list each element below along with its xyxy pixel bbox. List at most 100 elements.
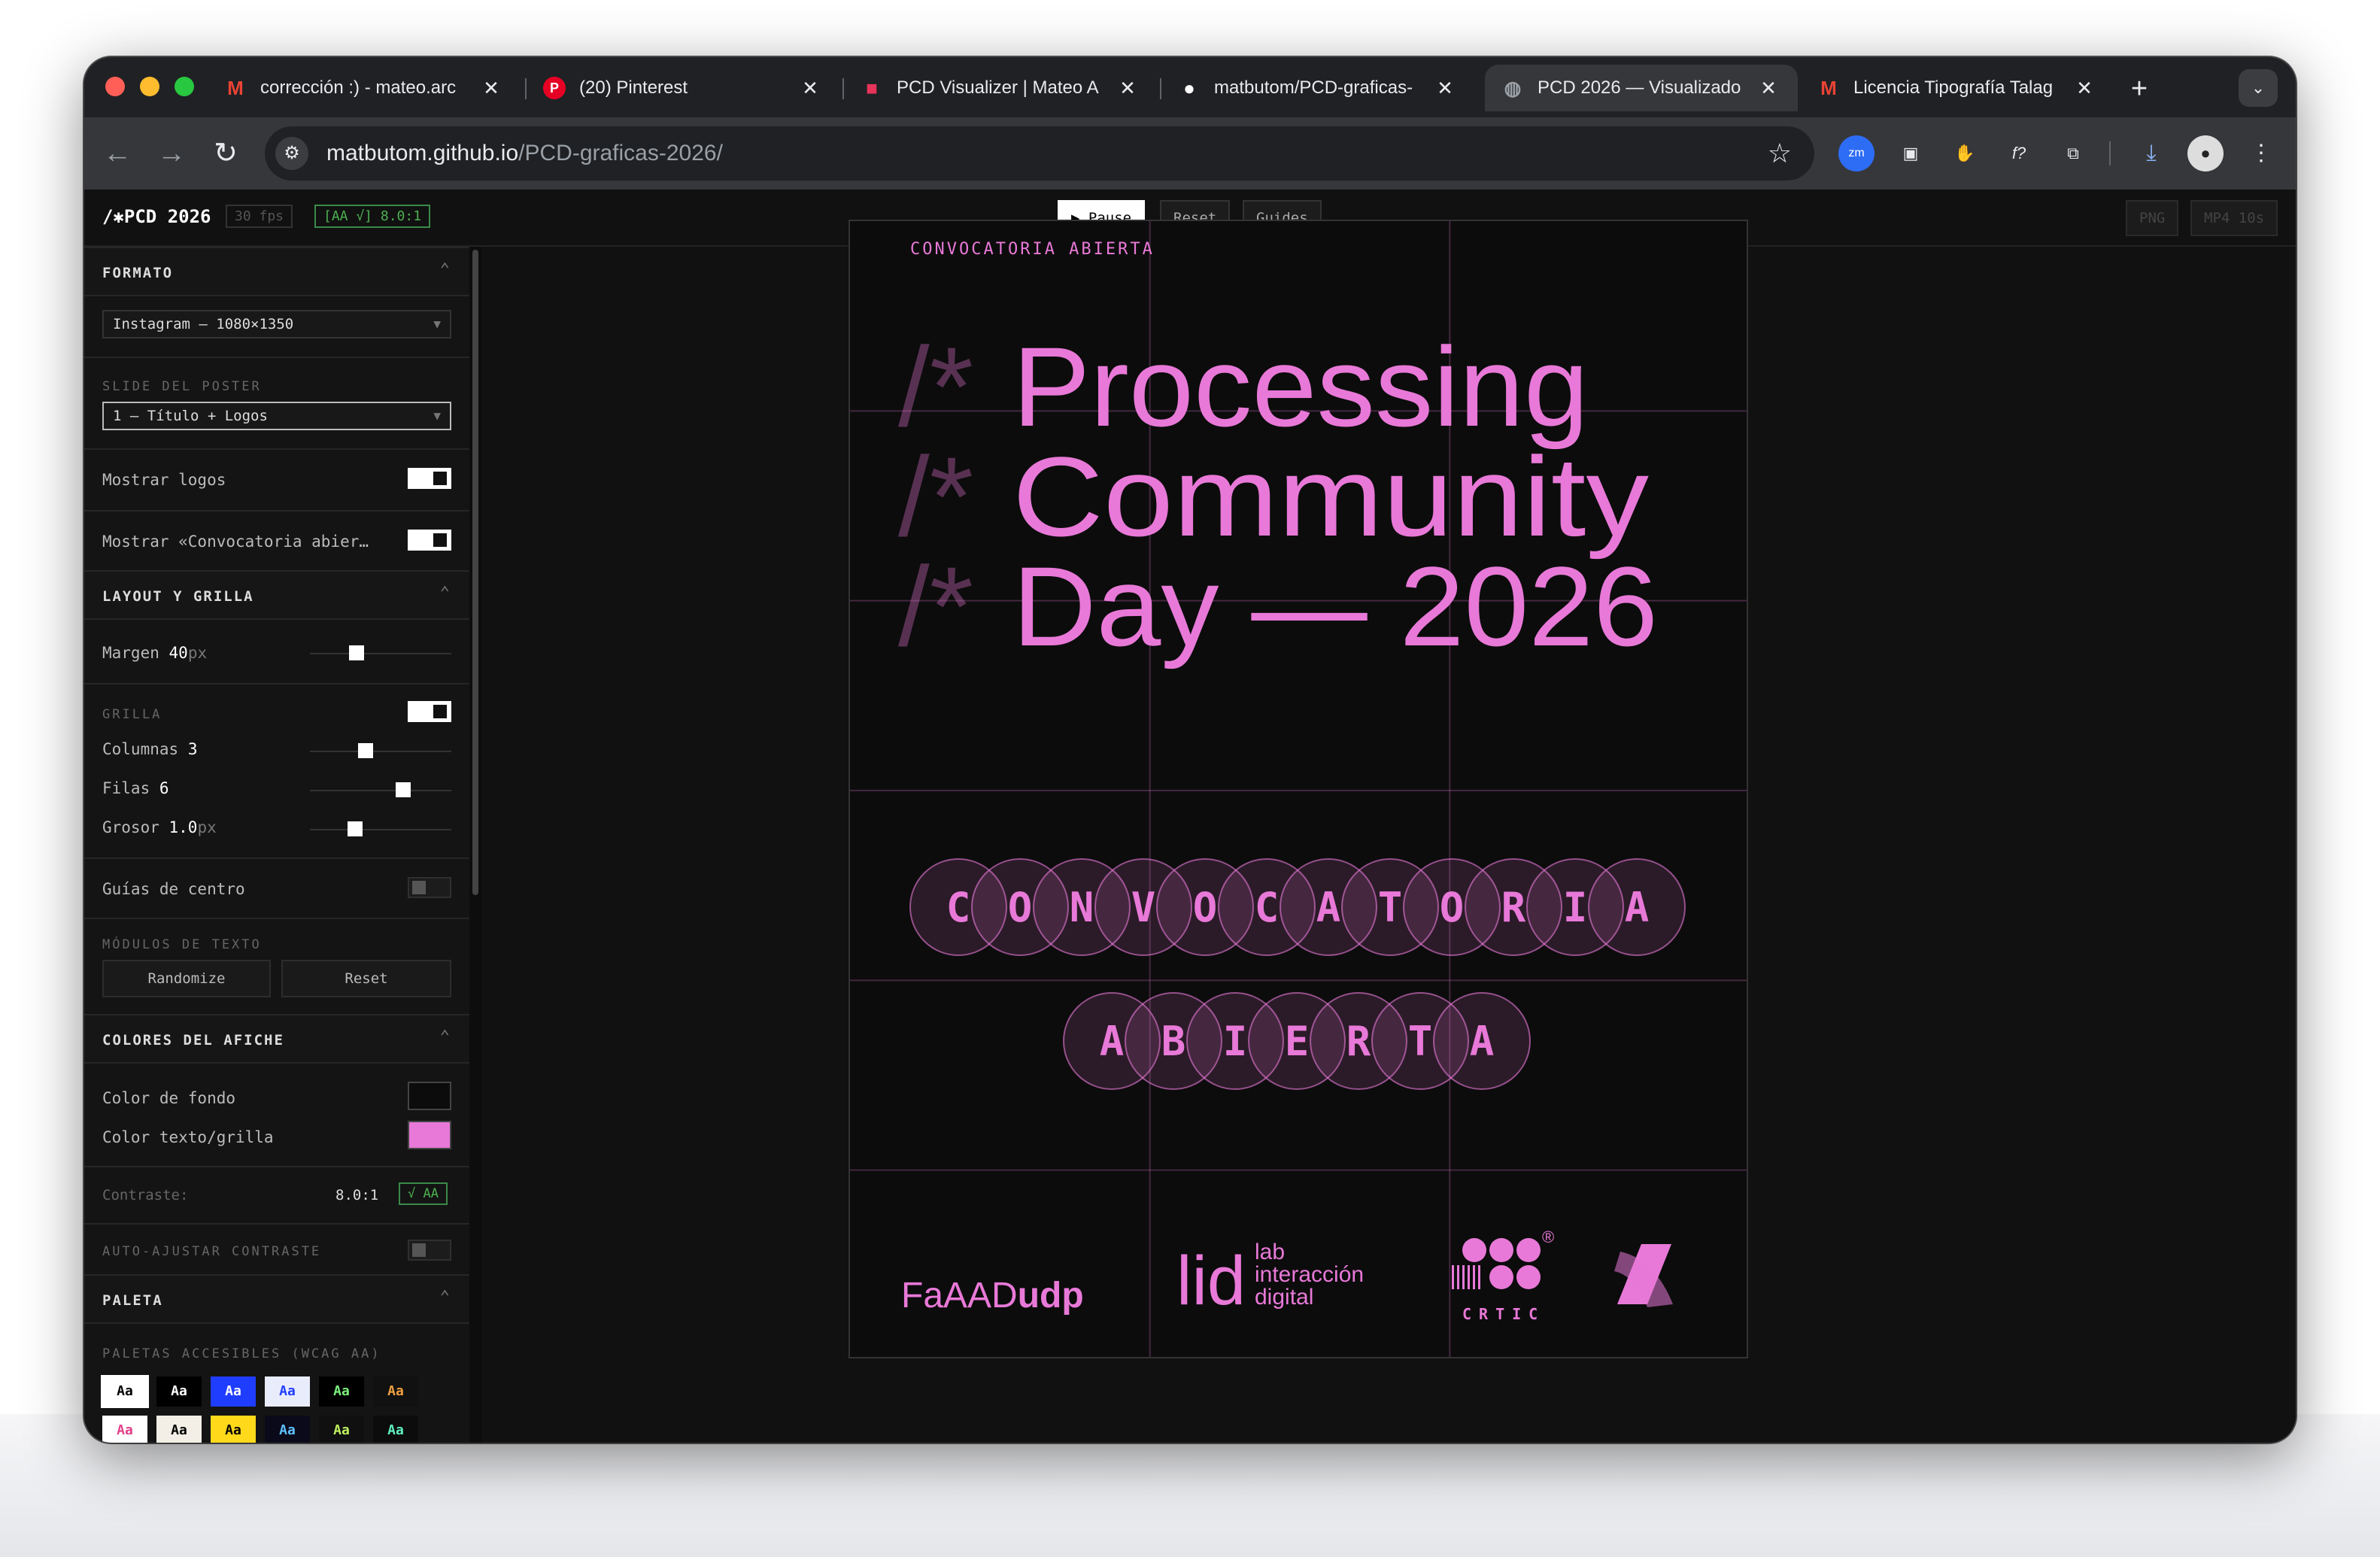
lid-logo-text-lab: lab	[1255, 1240, 1285, 1264]
palette-swatch[interactable]: Aa	[373, 1376, 418, 1407]
tab-title: matbutom/PCD-graficas-	[1214, 77, 1413, 98]
palette-swatch[interactable]: Aa	[265, 1416, 310, 1443]
rows-slider-handle[interactable]	[396, 782, 411, 797]
text-color-swatch[interactable]	[408, 1121, 451, 1149]
tab-gmail-licencia[interactable]: M Licencia Tipografía Talag ✕	[1801, 65, 2114, 111]
section-layout-grilla[interactable]: LAYOUT Y GRILLA ⌃	[84, 570, 469, 620]
chevron-up-icon[interactable]: ⌃	[440, 1027, 450, 1046]
address-bar[interactable]: ⚙ matbutom.github.io/PCD-graficas-2026/ …	[265, 126, 1814, 181]
close-tab-icon[interactable]: ✕	[478, 77, 504, 100]
url-text[interactable]: matbutom.github.io/PCD-graficas-2026/	[326, 141, 723, 166]
reload-icon[interactable]: ↻	[203, 131, 248, 176]
palette-swatch[interactable]: Aa	[101, 1375, 149, 1408]
circle-letter: E	[1285, 1018, 1310, 1065]
circle-letter: T	[1378, 884, 1403, 931]
circle-letter: R	[1501, 884, 1526, 931]
app-brand: /✱PCD 2026	[102, 206, 211, 227]
chevron-up-icon[interactable]: ⌃	[440, 584, 450, 602]
palette-swatch[interactable]: Aa	[211, 1416, 256, 1443]
palette-swatch[interactable]: Aa	[211, 1376, 256, 1407]
tab-pcd-visualizer[interactable]: ■ PCD Visualizer | Mateo A ✕	[844, 65, 1157, 111]
poster-top-label: CONVOCATORIA ABIERTA	[910, 240, 1155, 259]
palette-swatch[interactable]: Aa	[156, 1416, 202, 1443]
palette-swatch[interactable]: Aa	[102, 1416, 147, 1443]
browser-toolbar: ← → ↻ ⚙ matbutom.github.io/PCD-graficas-…	[84, 117, 2296, 190]
tab-title: corrección :) - mateo.arc	[260, 77, 457, 98]
palette-swatch[interactable]: Aa	[373, 1416, 418, 1443]
auto-contrast-toggle[interactable]	[408, 1240, 451, 1261]
tab-github[interactable]: ● matbutom/PCD-graficas- ✕	[1161, 65, 1474, 111]
circle-letter: C	[946, 884, 971, 931]
font-extension-icon[interactable]: f?	[2001, 135, 2037, 171]
profile-avatar[interactable]: ●	[2187, 135, 2224, 171]
forward-icon[interactable]: →	[149, 131, 194, 176]
slide-select[interactable]: 1 — Título + Logos ▼	[102, 402, 451, 430]
tab-pinterest[interactable]: P (20) Pinterest ✕	[527, 65, 839, 111]
site-info-icon[interactable]: ⚙	[275, 137, 308, 170]
section-formato[interactable]: FORMATO ⌃	[84, 247, 469, 296]
crtic-bar	[1473, 1265, 1475, 1289]
back-icon[interactable]: ←	[95, 131, 140, 176]
divider	[84, 857, 469, 859]
thickness-slider[interactable]	[310, 821, 451, 836]
format-select[interactable]: Instagram — 1080×1350 ▼	[102, 310, 451, 338]
section-colores[interactable]: COLORES DEL AFICHE ⌃	[84, 1014, 469, 1064]
close-window-button[interactable]	[105, 77, 125, 96]
thickness-slider-handle[interactable]	[348, 821, 363, 836]
bookmark-star-icon[interactable]: ☆	[1768, 137, 1792, 170]
poster-title: /* Processing /* Community /* Day — 2026	[898, 323, 1658, 669]
section-paleta[interactable]: PALETA ⌃	[84, 1274, 469, 1324]
controls-sidebar: FORMATO ⌃ Instagram — 1080×1350 ▼ SLIDE …	[84, 247, 469, 1443]
margin-slider-handle[interactable]	[349, 645, 364, 660]
tab-gmail-correccion[interactable]: M corrección :) - mateo.arc ✕	[208, 65, 521, 111]
crtic-logo-text: CRTIC	[1462, 1305, 1545, 1323]
browser-menu-icon[interactable]: ⋮	[2243, 135, 2279, 171]
new-tab-button[interactable]: +	[2118, 68, 2160, 110]
downloads-icon[interactable]: ⤓	[2133, 135, 2169, 171]
zoom-window-button[interactable]	[175, 77, 194, 96]
tab-title: PCD 2026 — Visualizado	[1538, 77, 1741, 98]
chevron-up-icon[interactable]: ⌃	[440, 260, 450, 279]
columns-slider-handle[interactable]	[358, 743, 373, 758]
close-tab-icon[interactable]: ✕	[2072, 77, 2097, 100]
modules-reset-button[interactable]: Reset	[281, 960, 451, 997]
palette-swatch[interactable]: Aa	[265, 1376, 310, 1407]
export-mp4-button[interactable]: MP4 10s	[2190, 200, 2278, 236]
close-tab-icon[interactable]: ✕	[1115, 77, 1140, 100]
grid-toggle[interactable]	[408, 701, 451, 722]
title-slash-prefix: /*	[898, 433, 973, 560]
title-line: Day — 2026	[1012, 543, 1658, 669]
extensions-puzzle-icon[interactable]: ⧉	[2055, 135, 2091, 171]
tab-title: Licencia Tipografía Talag	[1853, 77, 2054, 98]
sidebar-scrollbar-thumb[interactable]	[472, 250, 478, 895]
show-logos-toggle[interactable]	[408, 468, 451, 489]
center-guides-toggle[interactable]	[408, 877, 451, 898]
toolbar-separator	[2109, 141, 2111, 165]
close-tab-icon[interactable]: ✕	[797, 77, 823, 100]
sidebar-scrollbar[interactable]	[469, 247, 481, 1443]
cast-extension-icon[interactable]: ▣	[1893, 135, 1929, 171]
tab-pcd-2026-active[interactable]: ◍ PCD 2026 — Visualizado ✕	[1485, 65, 1798, 111]
minimize-window-button[interactable]	[140, 77, 159, 96]
slide-label: SLIDE DEL POSTER	[102, 379, 262, 394]
bg-color-swatch[interactable]	[408, 1082, 451, 1110]
palette-swatch[interactable]: Aa	[156, 1376, 202, 1407]
chevron-up-icon[interactable]: ⌃	[440, 1288, 450, 1307]
show-convocatoria-toggle[interactable]	[408, 530, 451, 551]
margin-slider[interactable]	[310, 645, 451, 660]
divider	[84, 357, 469, 358]
circle-letter: A	[1470, 1018, 1495, 1065]
tab-search-button[interactable]: ⌄	[2239, 69, 2278, 107]
export-png-button[interactable]: PNG	[2126, 200, 2179, 236]
palette-swatch[interactable]: Aa	[319, 1376, 364, 1407]
columns-slider[interactable]	[310, 743, 451, 758]
title-line: Processing	[1012, 323, 1589, 450]
auto-contrast-label: AUTO-AJUSTAR CONTRASTE	[102, 1244, 322, 1259]
adblock-extension-icon[interactable]: ✋	[1947, 135, 1983, 171]
close-tab-icon[interactable]: ✕	[1432, 77, 1458, 100]
zoom-extension-icon[interactable]: zm	[1838, 135, 1875, 171]
rows-slider[interactable]	[310, 782, 451, 797]
randomize-button[interactable]: Randomize	[102, 960, 271, 997]
palette-swatch[interactable]: Aa	[319, 1416, 364, 1443]
close-tab-icon[interactable]: ✕	[1756, 77, 1781, 100]
